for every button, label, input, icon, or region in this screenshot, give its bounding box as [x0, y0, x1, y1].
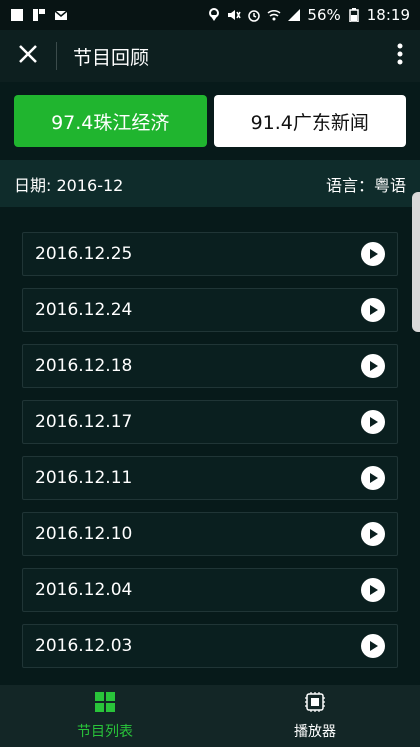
- image-icon: [10, 8, 24, 22]
- nav-player[interactable]: 播放器: [210, 685, 420, 747]
- signal-icon: [287, 8, 301, 22]
- station-tabs: 97.4珠江经济 91.4广东新闻: [14, 95, 406, 147]
- bottom-nav: 节目列表 播放器: [0, 685, 420, 747]
- location-icon: [207, 8, 221, 22]
- more-vertical-icon: [397, 43, 403, 69]
- play-button[interactable]: [361, 466, 385, 490]
- grid-icon: [94, 691, 116, 717]
- page-title: 节目回顾: [73, 46, 150, 69]
- player-chip-icon: [304, 691, 326, 717]
- close-button[interactable]: [0, 30, 56, 82]
- play-button[interactable]: [361, 578, 385, 602]
- play-button[interactable]: [361, 242, 385, 266]
- mute-icon: [227, 8, 242, 22]
- episode-date: 2016.12.11: [35, 468, 133, 488]
- episode-date: 2016.12.18: [35, 356, 133, 376]
- list-item[interactable]: 2016.12.25: [22, 232, 398, 276]
- tab-guangdong-news[interactable]: 91.4广东新闻: [213, 95, 406, 147]
- battery-icon: [347, 8, 361, 22]
- play-icon: [370, 361, 378, 371]
- play-icon: [370, 641, 378, 651]
- side-drawer-handle[interactable]: [412, 192, 420, 332]
- list-item[interactable]: 2016.12.10: [22, 512, 398, 556]
- list-item[interactable]: 2016.12.11: [22, 456, 398, 500]
- play-icon: [370, 249, 378, 259]
- episode-list: 2016.12.25 2016.12.24 2016.12.18 2016.12…: [22, 232, 398, 680]
- list-item[interactable]: 2016.12.04: [22, 568, 398, 612]
- episode-date: 2016.12.25: [35, 244, 133, 264]
- close-icon: [18, 44, 38, 68]
- list-item[interactable]: 2016.12.18: [22, 344, 398, 388]
- status-time: 18:19: [366, 6, 410, 24]
- tab-zhujiang-economy[interactable]: 97.4珠江经济: [14, 95, 207, 147]
- wifi-icon: [267, 8, 281, 22]
- play-button[interactable]: [361, 522, 385, 546]
- list-item[interactable]: 2016.12.24: [22, 288, 398, 332]
- list-item[interactable]: 2016.12.03: [22, 624, 398, 668]
- language-filter[interactable]: 语言：粤语: [326, 172, 406, 196]
- play-button[interactable]: [361, 634, 385, 658]
- play-button[interactable]: [361, 298, 385, 322]
- episode-date: 2016.12.24: [35, 300, 133, 320]
- episode-date: 2016.12.17: [35, 412, 133, 432]
- play-button[interactable]: [361, 354, 385, 378]
- alarm-icon: [247, 8, 261, 22]
- info-bar: 日期: 2016-12 语言：粤语: [0, 160, 420, 207]
- nav-player-label: 播放器: [294, 724, 336, 740]
- header-divider: [56, 42, 57, 70]
- date-filter[interactable]: 日期: 2016-12: [14, 172, 123, 196]
- app-header: 节目回顾: [0, 30, 420, 82]
- play-icon: [370, 305, 378, 315]
- list-item[interactable]: 2016.12.17: [22, 400, 398, 444]
- play-icon: [370, 473, 378, 483]
- battery-percent: 56%: [307, 6, 341, 24]
- more-options-button[interactable]: [380, 30, 420, 82]
- status-bar: 56% 18:19: [0, 0, 420, 30]
- nav-program-list[interactable]: 节目列表: [0, 685, 210, 747]
- episode-date: 2016.12.04: [35, 580, 133, 600]
- mail-icon: [54, 8, 68, 22]
- play-button[interactable]: [361, 410, 385, 434]
- episode-date: 2016.12.10: [35, 524, 133, 544]
- nav-program-list-label: 节目列表: [77, 724, 133, 740]
- flipboard-icon: [32, 8, 46, 22]
- play-icon: [370, 585, 378, 595]
- play-icon: [370, 529, 378, 539]
- play-icon: [370, 417, 378, 427]
- episode-date: 2016.12.03: [35, 636, 133, 656]
